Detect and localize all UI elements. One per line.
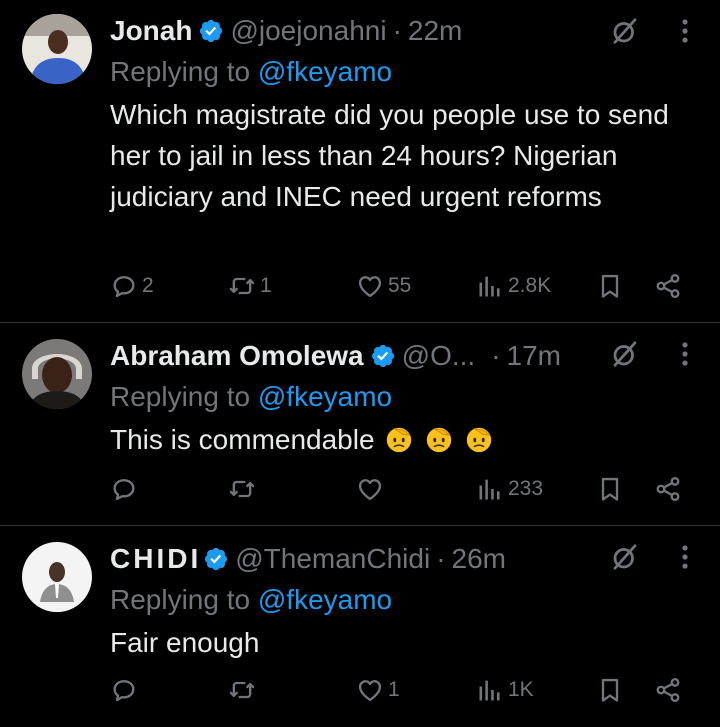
like-icon (356, 676, 384, 704)
views-button[interactable]: 1K (476, 676, 534, 704)
share-icon (654, 475, 682, 503)
repost-icon (228, 272, 256, 300)
user-handle[interactable]: @O... (402, 340, 476, 372)
bookmark-icon (596, 475, 624, 503)
grok-icon[interactable] (610, 339, 640, 369)
views-count: 2.8K (508, 274, 552, 297)
replying-to-label: Replying to (110, 56, 251, 87)
reply-icon (110, 475, 138, 503)
bookmark-icon (596, 676, 624, 704)
like-button[interactable] (356, 475, 388, 503)
tweet-abraham[interactable]: Abraham Omolewa @O... · 17m Replying to … (0, 323, 720, 525)
avatar[interactable] (22, 339, 92, 409)
replying-to: Replying to @fkeyamo (110, 54, 720, 90)
saluting-face-emoji (424, 424, 454, 454)
tweet-text: Fair enough (110, 627, 260, 658)
repost-count: 1 (260, 274, 272, 297)
tweet-chidi[interactable]: CHIDI @ThemanChidi · 26m Replying to @fk… (0, 526, 720, 727)
reply-button[interactable] (110, 676, 142, 704)
views-count: 233 (508, 477, 544, 500)
verified-badge-icon (370, 343, 396, 369)
share-button[interactable] (654, 475, 682, 503)
reply-count: 2 (142, 274, 154, 297)
separator-dot: · (392, 15, 402, 46)
repost-button[interactable] (228, 676, 260, 704)
views-icon (476, 475, 504, 503)
reply-icon (110, 676, 138, 704)
bookmark-icon (596, 272, 624, 300)
reply-icon (110, 272, 138, 300)
display-name[interactable]: CHIDI (110, 543, 201, 575)
timestamp[interactable]: 22m (408, 15, 462, 47)
like-button[interactable]: 1 (356, 676, 400, 704)
replying-to-label: Replying to (110, 584, 251, 615)
display-name[interactable]: Jonah (110, 15, 192, 47)
verified-badge-icon (203, 546, 229, 572)
timestamp[interactable]: 17m (507, 340, 561, 372)
more-icon[interactable] (675, 337, 695, 371)
views-button[interactable]: 233 (476, 475, 543, 503)
replying-to-handle[interactable]: @fkeyamo (258, 56, 392, 87)
tweet-text-row: This is commendable (110, 419, 720, 460)
bookmark-button[interactable] (596, 475, 624, 503)
grok-icon[interactable] (610, 542, 640, 572)
like-count: 55 (388, 274, 412, 297)
saluting-face-emoji (464, 424, 494, 454)
repost-icon (228, 475, 256, 503)
grok-icon[interactable] (610, 16, 640, 46)
repost-icon (228, 676, 256, 704)
views-icon (476, 676, 504, 704)
like-icon (356, 272, 384, 300)
views-count: 1K (508, 678, 534, 701)
timestamp[interactable]: 26m (452, 543, 506, 575)
user-handle[interactable]: @joejonahni (230, 15, 386, 47)
bookmark-button[interactable] (596, 272, 624, 300)
display-name[interactable]: Abraham Omolewa (110, 340, 364, 372)
more-icon[interactable] (675, 540, 695, 574)
like-button[interactable]: 55 (356, 272, 411, 300)
more-icon[interactable] (675, 14, 695, 48)
views-button[interactable]: 2.8K (476, 272, 551, 300)
avatar[interactable] (22, 542, 92, 612)
share-button[interactable] (654, 676, 682, 704)
separator-dot: · (491, 340, 501, 371)
like-icon (356, 475, 384, 503)
tweet-text: This is commendable (110, 424, 375, 455)
views-icon (476, 272, 504, 300)
verified-badge-icon (198, 18, 224, 44)
replying-to: Replying to @fkeyamo (110, 582, 720, 618)
user-handle[interactable]: @ThemanChidi (235, 543, 430, 575)
like-count: 1 (388, 678, 400, 701)
share-icon (654, 676, 682, 704)
replying-to-label: Replying to (110, 381, 251, 412)
reply-button[interactable] (110, 475, 142, 503)
repost-button[interactable] (228, 475, 260, 503)
saluting-face-emoji (384, 424, 414, 454)
tweet-jonah[interactable]: Jonah @joejonahni · 22m Replying to @fke… (0, 0, 720, 322)
bookmark-button[interactable] (596, 676, 624, 704)
separator-dot: · (436, 543, 446, 574)
share-icon (654, 272, 682, 300)
replying-to: Replying to @fkeyamo (110, 379, 720, 415)
replying-to-handle[interactable]: @fkeyamo (258, 584, 392, 615)
avatar[interactable] (22, 14, 92, 84)
repost-button[interactable]: 1 (228, 272, 272, 300)
share-button[interactable] (654, 272, 682, 300)
replying-to-handle[interactable]: @fkeyamo (258, 381, 392, 412)
reply-button[interactable]: 2 (110, 272, 154, 300)
tweet-text: Which magistrate did you people use to s… (110, 99, 669, 212)
